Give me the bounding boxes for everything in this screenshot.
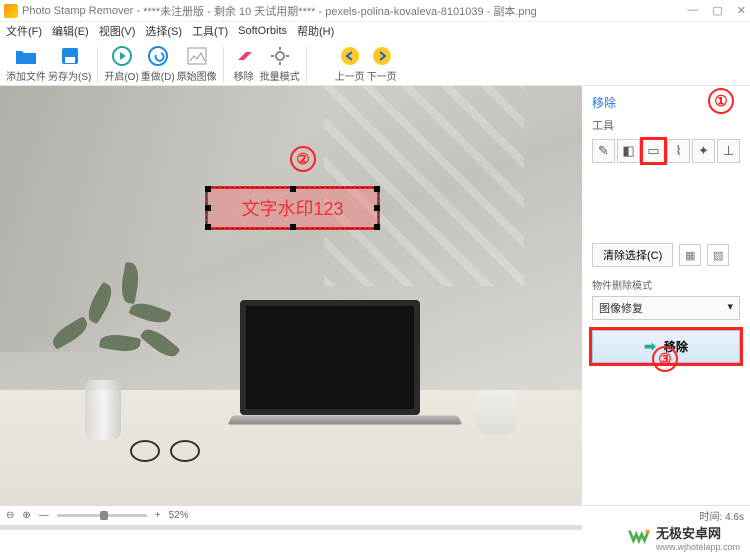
brand-name: 无极安卓网 xyxy=(656,526,721,541)
status-bar: ⊖ ⊕ — + 52% 时间: 4.6s xyxy=(0,505,750,525)
menu-edit[interactable]: 编辑(E) xyxy=(52,23,89,39)
sidebar: 移除 ① 工具 ✎ ◧ ▭ ⌇ ✦ ⊥ 清除选择(C) ▦ ▧ 物件删除模式 图… xyxy=(582,86,750,530)
menu-select[interactable]: 选择(S) xyxy=(145,23,182,39)
clear-selection-button[interactable]: 清除选择(C) xyxy=(592,243,673,267)
play-circle-icon xyxy=(111,45,133,67)
zoom-in-icon[interactable]: ⊕ xyxy=(22,510,30,521)
menu-view[interactable]: 视图(V) xyxy=(99,23,136,39)
save-icon xyxy=(59,45,81,67)
next-page-button[interactable]: 下一页 xyxy=(367,45,397,83)
annotation-2: ② xyxy=(290,146,316,172)
gear-icon xyxy=(269,45,291,67)
menu-tools[interactable]: 工具(T) xyxy=(192,23,228,39)
rect-select-icon[interactable]: ▭ xyxy=(642,139,665,163)
marker-icon[interactable]: ◧ xyxy=(617,139,640,163)
add-file-button[interactable]: 添加文件 xyxy=(6,45,46,83)
doc-status: ****未注册版 - 剩余 10 天试用期**** - pexels-polin… xyxy=(143,3,537,19)
remove-tool-button[interactable]: 移除 xyxy=(230,45,258,83)
brand-watermark: 无极安卓网 www.wjhotelapp.com xyxy=(628,523,740,551)
wand-icon[interactable]: ✦ xyxy=(692,139,715,163)
lasso-icon[interactable]: ⌇ xyxy=(667,139,690,163)
save-as-button[interactable]: 另存为(S) xyxy=(48,45,91,83)
folder-icon xyxy=(15,45,37,67)
app-icon xyxy=(4,4,18,18)
arrow-right-icon xyxy=(371,45,393,67)
watermark-selection[interactable]: 文字水印123 xyxy=(205,186,380,230)
stamp-icon[interactable]: ⊥ xyxy=(717,139,740,163)
pencil-icon[interactable]: ✎ xyxy=(592,139,615,163)
arrow-left-icon xyxy=(339,45,361,67)
tools-label: 工具 xyxy=(592,117,740,133)
menu-help[interactable]: 帮助(H) xyxy=(297,23,334,39)
toolbar: 添加文件 另存为(S) 开启(O) 重做(D) 原始图像 移除 批量模式 上一页… xyxy=(0,40,750,86)
brand-url: www.wjhotelapp.com xyxy=(656,542,740,552)
annotation-3: ③ xyxy=(652,346,678,372)
mask-sub-icon[interactable]: ▧ xyxy=(707,244,729,266)
start-button[interactable]: 开启(O) xyxy=(104,45,138,83)
original-button[interactable]: 原始图像 xyxy=(177,45,217,83)
time-label: 时间: xyxy=(700,512,723,523)
mask-add-icon[interactable]: ▦ xyxy=(679,244,701,266)
batch-button[interactable]: 批量模式 xyxy=(260,45,300,83)
image-canvas[interactable]: 文字水印123 ② xyxy=(0,86,582,530)
eraser-icon xyxy=(233,45,255,67)
prev-page-button[interactable]: 上一页 xyxy=(335,45,365,83)
menu-file[interactable]: 文件(F) xyxy=(6,23,42,39)
close-button[interactable]: ✕ xyxy=(737,4,746,17)
menu-softorbits[interactable]: SoftOrbits xyxy=(238,25,287,37)
image-icon xyxy=(186,45,208,67)
menu-bar: 文件(F) 编辑(E) 视图(V) 选择(S) 工具(T) SoftOrbits… xyxy=(0,22,750,40)
annotation-1: ① xyxy=(708,88,734,114)
brand-logo-icon xyxy=(628,526,650,548)
title-bar: Photo Stamp Remover - ****未注册版 - 剩余 10 天… xyxy=(0,0,750,22)
watermark-text: 文字水印123 xyxy=(241,195,343,221)
undo-button[interactable]: 重做(D) xyxy=(141,45,175,83)
mode-select[interactable]: 图像修复▾ xyxy=(592,296,740,320)
minimize-button[interactable]: — xyxy=(687,4,698,17)
mode-label: 物件删除模式 xyxy=(592,277,740,292)
app-name: Photo Stamp Remover xyxy=(22,5,133,17)
zoom-out-icon[interactable]: ⊖ xyxy=(6,510,14,521)
tool-palette: ✎ ◧ ▭ ⌇ ✦ ⊥ xyxy=(592,139,740,163)
zoom-value: 52% xyxy=(169,510,189,521)
time-value: 4.6s xyxy=(725,512,744,523)
undo-circle-icon xyxy=(147,45,169,67)
maximize-button[interactable]: ▢ xyxy=(712,4,722,17)
zoom-slider[interactable] xyxy=(57,514,147,517)
